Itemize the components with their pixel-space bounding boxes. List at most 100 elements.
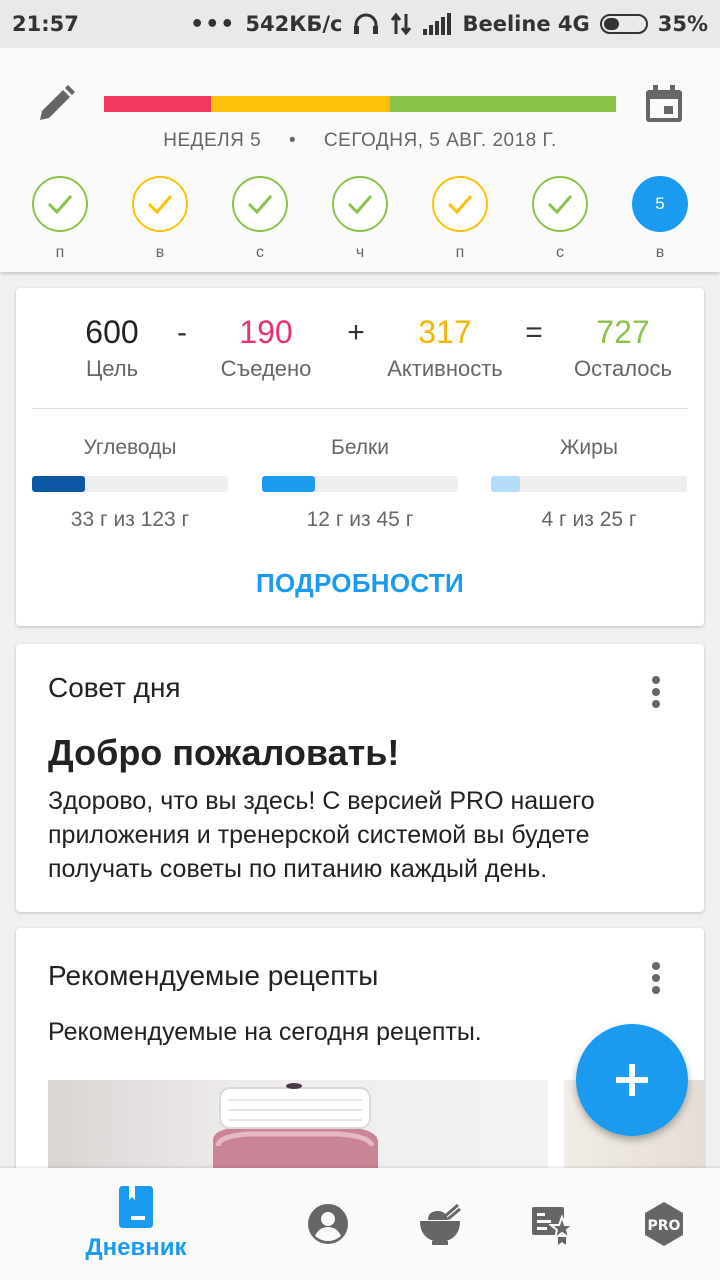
day-label: ч xyxy=(355,244,365,261)
day-6[interactable]: 5в xyxy=(631,176,689,262)
diary-icon xyxy=(119,1186,153,1228)
progress-segment-yellow xyxy=(211,96,390,112)
macro-bar-fill xyxy=(491,476,521,492)
check-icon xyxy=(247,195,273,215)
week-days: пвсчпс5в xyxy=(0,176,720,266)
nav-diary-label: Дневник xyxy=(85,1234,187,1261)
calendar-icon xyxy=(646,85,682,122)
day-label: в xyxy=(155,244,165,261)
edit-button[interactable] xyxy=(36,84,76,124)
week-label[interactable]: НЕДЕЛЯ 5 xyxy=(163,130,261,151)
calorie-equation: 600 Цель - 190 Съедено + 317 Активность … xyxy=(16,312,704,392)
add-entry-button[interactable] xyxy=(576,1024,688,1136)
macro-name: Жиры xyxy=(560,436,618,459)
day-label: с xyxy=(556,244,564,261)
day-status-circle xyxy=(332,176,388,232)
nav-profile[interactable] xyxy=(300,1168,356,1280)
data-transfer-icon xyxy=(390,12,412,36)
status-time: 21:57 xyxy=(12,12,79,36)
notification-dots: ••• xyxy=(190,11,236,37)
day-label: с xyxy=(256,244,264,261)
pencil-icon xyxy=(40,85,75,120)
remaining-label: Осталось xyxy=(574,356,672,381)
goal-value: 600 xyxy=(85,314,139,350)
today-circle: 5 xyxy=(632,176,688,232)
day-3[interactable]: ч xyxy=(331,176,389,262)
macro-bar xyxy=(32,476,228,492)
pro-badge-icon: PRO xyxy=(645,1202,683,1246)
check-icon xyxy=(347,195,373,215)
tip-of-day-card: Совет дня Добро пожаловать! Здорово, что… xyxy=(16,644,704,912)
signal-icon xyxy=(422,13,452,35)
day-progress-bar xyxy=(104,96,616,112)
goal-label: Цель xyxy=(85,356,139,381)
day-status-circle xyxy=(32,176,88,232)
macro-bar-fill xyxy=(32,476,85,492)
recipes-more-button[interactable] xyxy=(644,958,668,998)
day-1[interactable]: в xyxy=(131,176,189,262)
recipes-card-title: Рекомендуемые рецепты xyxy=(48,960,379,991)
activity-label: Активность xyxy=(387,356,503,381)
check-icon xyxy=(447,195,473,215)
check-icon xyxy=(47,195,73,215)
eaten-label: Съедено xyxy=(220,356,312,381)
battery-percent: 35% xyxy=(657,12,708,36)
diary-header: НЕДЕЛЯ 5 • СЕГОДНЯ, 5 АВГ. 2018 Г. п в с ч п… xyxy=(0,48,720,272)
recipes-bowl-icon xyxy=(420,1203,461,1245)
goal-item: 600 Цель xyxy=(85,312,138,382)
nav-plans[interactable] xyxy=(524,1168,580,1280)
macro-fat: Жиры 4 г из 25 г xyxy=(491,436,687,532)
network-speed: 542КБ/с xyxy=(245,12,343,36)
macro-value: 33 г из 123 г xyxy=(70,508,190,531)
details-button[interactable]: ПОДРОБНОСТИ xyxy=(16,568,704,599)
recipes-subtitle: Рекомендуемые на сегодня рецепты. xyxy=(48,1018,482,1046)
plus-icon xyxy=(616,1064,648,1096)
minus-sign: - xyxy=(177,316,187,349)
eaten-value: 190 xyxy=(239,314,293,350)
date-label[interactable]: СЕГОДНЯ, 5 АВГ. 2018 Г. xyxy=(324,130,557,151)
macro-protein: Белки 12 г из 45 г xyxy=(262,436,458,532)
remaining-value: 727 xyxy=(596,314,650,350)
more-vert-icon xyxy=(652,962,660,994)
macro-carbs: Углеводы 33 г из 123 г xyxy=(32,436,228,532)
battery-icon xyxy=(599,14,648,34)
macro-value: 12 г из 45 г xyxy=(306,508,414,531)
tip-more-button[interactable] xyxy=(644,672,668,712)
summary-divider xyxy=(32,408,688,409)
pro-badge-text: PRO xyxy=(648,1218,681,1234)
nav-diary[interactable]: Дневник xyxy=(70,1168,202,1280)
plus-sign: + xyxy=(347,316,365,349)
day-4[interactable]: п xyxy=(431,176,489,262)
nav-recipes[interactable] xyxy=(412,1168,468,1280)
progress-segment-green xyxy=(390,96,616,112)
macro-name: Белки xyxy=(331,436,389,459)
day-label: в xyxy=(655,244,665,261)
day-status-circle xyxy=(132,176,188,232)
activity-value: 317 xyxy=(418,314,472,350)
remaining-item: 727 Осталось xyxy=(574,312,672,382)
day-5[interactable]: с xyxy=(531,176,589,262)
macro-value: 4 г из 25 г xyxy=(541,508,637,531)
plans-icon xyxy=(532,1207,574,1245)
day-0[interactable]: п xyxy=(31,176,89,262)
tip-card-title: Совет дня xyxy=(48,672,181,703)
calendar-button[interactable] xyxy=(644,84,684,124)
day-label: п xyxy=(455,244,465,261)
tip-heading: Добро пожаловать! xyxy=(48,732,400,773)
more-vert-icon xyxy=(652,676,660,708)
macro-bar xyxy=(491,476,687,492)
day-status-circle xyxy=(432,176,488,232)
check-icon xyxy=(547,195,573,215)
day-label: п xyxy=(55,244,65,261)
headphones-icon xyxy=(352,12,380,36)
bottom-navigation: Дневник PRO xyxy=(0,1168,720,1280)
macro-name: Углеводы xyxy=(83,436,177,459)
calorie-summary-card: 600 Цель - 190 Съедено + 317 Активность … xyxy=(16,288,704,626)
nav-pro[interactable]: PRO xyxy=(636,1168,692,1280)
status-bar: 21:57 ••• 542КБ/с Beeline 4G 35% xyxy=(0,0,720,48)
check-icon xyxy=(147,195,173,215)
week-date-separator: • xyxy=(288,130,297,151)
macro-bar xyxy=(262,476,458,492)
week-date-line: НЕДЕЛЯ 5 • СЕГОДНЯ, 5 АВГ. 2018 Г. xyxy=(0,130,720,152)
day-2[interactable]: с xyxy=(231,176,289,262)
